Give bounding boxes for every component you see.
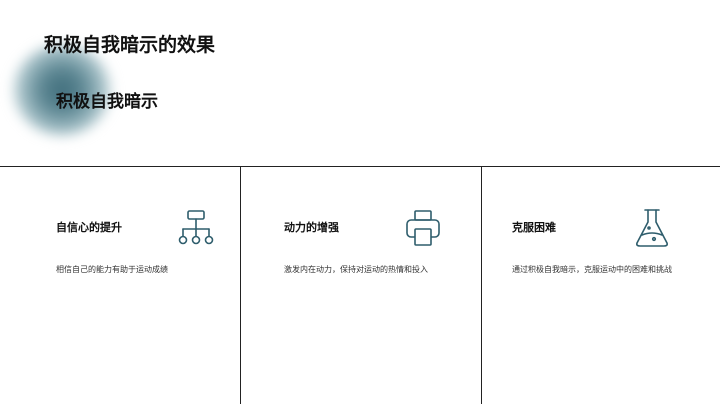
card-description: 通过积极自我暗示，克服运动中的困难和挑战 <box>512 265 672 274</box>
printer-icon <box>405 209 441 249</box>
flask-icon <box>634 208 670 248</box>
vertical-divider-1 <box>240 167 241 404</box>
slide: 积极自我暗示的效果 积极自我暗示 自信心的提升 相信自己的能力有助于运动成绩 动… <box>0 0 720 404</box>
hierarchy-icon <box>178 209 214 249</box>
page-title: 积极自我暗示的效果 <box>44 34 216 56</box>
horizontal-divider <box>0 166 720 167</box>
vertical-divider-2 <box>481 167 482 404</box>
card-description: 相信自己的能力有助于运动成绩 <box>56 265 168 274</box>
card-title: 动力的增强 <box>284 221 339 234</box>
card-description: 激发内在动力，保持对运动的热情和投入 <box>284 265 428 274</box>
card-title: 克服困难 <box>512 221 556 234</box>
section-subtitle: 积极自我暗示 <box>56 92 158 112</box>
card-title: 自信心的提升 <box>56 221 122 234</box>
decorative-blur-blob <box>12 44 112 136</box>
